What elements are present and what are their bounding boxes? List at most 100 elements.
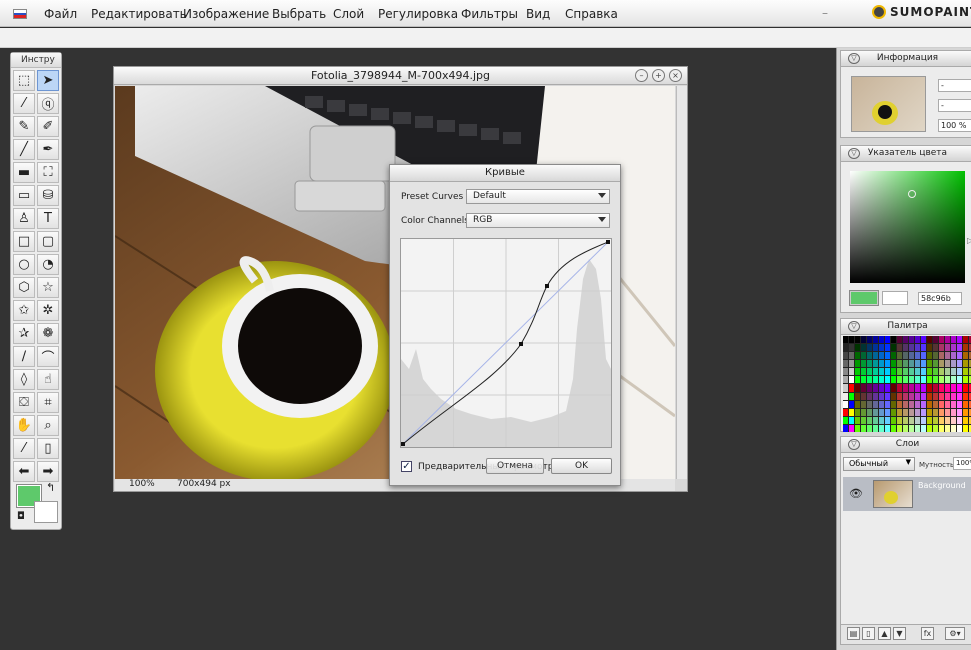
palette-swatch[interactable]	[933, 368, 938, 376]
palette-swatch[interactable]	[903, 392, 908, 400]
palette-swatch[interactable]	[885, 352, 890, 360]
palette-panel-header[interactable]: ▽ Палитра	[841, 319, 971, 335]
palette-swatch[interactable]	[909, 392, 914, 400]
palette-swatch[interactable]	[945, 392, 950, 400]
palette-swatch[interactable]	[915, 400, 920, 408]
palette-swatch[interactable]	[939, 400, 944, 408]
palette-swatch[interactable]	[879, 376, 884, 384]
palette-swatch[interactable]	[915, 344, 920, 352]
menu-filters[interactable]: Фильтры	[461, 7, 518, 21]
palette-swatch[interactable]	[927, 352, 932, 360]
palette-swatch[interactable]	[927, 344, 932, 352]
palette-swatch[interactable]	[879, 352, 884, 360]
palette-swatch[interactable]	[885, 384, 890, 392]
palette-swatch[interactable]	[909, 368, 914, 376]
minimize-icon[interactable]: –	[635, 69, 648, 82]
image-window-titlebar[interactable]: Fotolia_3798944_M-700x494.jpg	[114, 67, 687, 85]
palette-swatch[interactable]	[867, 368, 872, 376]
hand-tool-icon[interactable]: ✋	[13, 415, 35, 436]
palette-swatch[interactable]	[921, 360, 926, 368]
palette-swatch[interactable]	[945, 344, 950, 352]
palette-swatch[interactable]	[903, 368, 908, 376]
magic-wand-tool-icon[interactable]: ⁄	[13, 93, 35, 114]
ellipse-shape-tool-icon[interactable]: ○	[13, 254, 35, 275]
opacity-input[interactable]: 100%	[953, 457, 971, 470]
palette-swatch[interactable]	[945, 416, 950, 424]
close-icon[interactable]: ×	[669, 69, 682, 82]
palette-swatch[interactable]	[843, 352, 848, 360]
palette-swatch[interactable]	[873, 336, 878, 344]
arc-shape-tool-icon[interactable]: ◔	[37, 254, 59, 275]
palette-swatch[interactable]	[921, 336, 926, 344]
palette-swatch[interactable]	[867, 424, 872, 432]
palette-swatch[interactable]	[909, 376, 914, 384]
palette-swatch[interactable]	[855, 408, 860, 416]
new-layer-icon[interactable]: ▤	[847, 627, 860, 640]
palette-swatch[interactable]	[891, 424, 896, 432]
menu-file[interactable]: Файл	[44, 7, 77, 21]
palette-swatch[interactable]	[861, 416, 866, 424]
palette-swatch[interactable]	[951, 344, 956, 352]
palette-swatch[interactable]	[951, 384, 956, 392]
visibility-eye-icon[interactable]: 👁	[849, 487, 863, 500]
palette-swatch[interactable]	[951, 352, 956, 360]
palette-swatch[interactable]	[849, 376, 854, 384]
palette-swatch[interactable]	[873, 368, 878, 376]
palette-swatch[interactable]	[897, 368, 902, 376]
palette-swatch[interactable]	[957, 384, 962, 392]
palette-swatch[interactable]	[891, 376, 896, 384]
palette-swatch[interactable]	[915, 392, 920, 400]
palette-swatch[interactable]	[843, 376, 848, 384]
palette-swatch[interactable]	[909, 400, 914, 408]
palette-swatch[interactable]	[873, 360, 878, 368]
palette-swatch[interactable]	[861, 360, 866, 368]
move-down-icon[interactable]: ▼	[893, 627, 906, 640]
palette-swatch[interactable]	[945, 336, 950, 344]
palette-swatch[interactable]	[885, 336, 890, 344]
palette-swatch[interactable]	[873, 376, 878, 384]
palette-swatch[interactable]	[963, 376, 968, 384]
palette-swatch[interactable]	[933, 424, 938, 432]
palette-swatch[interactable]	[867, 360, 872, 368]
menu-select[interactable]: Выбрать	[272, 7, 326, 21]
palette-swatch[interactable]	[867, 392, 872, 400]
palette-swatch[interactable]	[849, 352, 854, 360]
star-shape-tool-icon[interactable]: ☆	[37, 277, 59, 298]
layer-effects-icon[interactable]: fx	[921, 627, 934, 640]
palette-swatch[interactable]	[903, 376, 908, 384]
palette-swatch[interactable]	[963, 392, 968, 400]
palette-swatch[interactable]	[891, 352, 896, 360]
palette-swatch[interactable]	[945, 424, 950, 432]
palette-swatch[interactable]	[879, 384, 884, 392]
hue-slider-arrow-icon[interactable]: ▷	[967, 236, 971, 245]
palette-swatch[interactable]	[909, 408, 914, 416]
palette-swatch[interactable]	[879, 408, 884, 416]
palette-swatch[interactable]	[867, 336, 872, 344]
palette-swatch[interactable]	[933, 392, 938, 400]
palette-swatch[interactable]	[843, 392, 848, 400]
palette-swatch[interactable]	[903, 384, 908, 392]
palette-swatch[interactable]	[957, 376, 962, 384]
palette-swatch[interactable]	[957, 400, 962, 408]
maximize-icon[interactable]: +	[652, 69, 665, 82]
palette-swatch[interactable]	[897, 336, 902, 344]
palette-swatch[interactable]	[957, 344, 962, 352]
palette-swatch[interactable]	[861, 424, 866, 432]
palette-swatch[interactable]	[963, 352, 968, 360]
palette-swatch[interactable]	[855, 392, 860, 400]
palette-swatch[interactable]	[933, 400, 938, 408]
palette-swatch[interactable]	[927, 384, 932, 392]
palette-swatch[interactable]	[849, 368, 854, 376]
palette-swatch[interactable]	[939, 408, 944, 416]
palette-swatch[interactable]	[855, 336, 860, 344]
palette-swatch[interactable]	[945, 376, 950, 384]
delete-layer-icon[interactable]: ▯	[862, 627, 875, 640]
palette-swatch[interactable]	[915, 408, 920, 416]
palette-swatch[interactable]	[873, 352, 878, 360]
palette-swatch[interactable]	[867, 416, 872, 424]
palette-swatch[interactable]	[915, 424, 920, 432]
paint-bucket-tool-icon[interactable]: ⛁	[37, 185, 59, 206]
palette-swatch[interactable]	[921, 400, 926, 408]
palette-swatch[interactable]	[867, 352, 872, 360]
brush-tool-icon[interactable]: ✎	[13, 116, 35, 137]
